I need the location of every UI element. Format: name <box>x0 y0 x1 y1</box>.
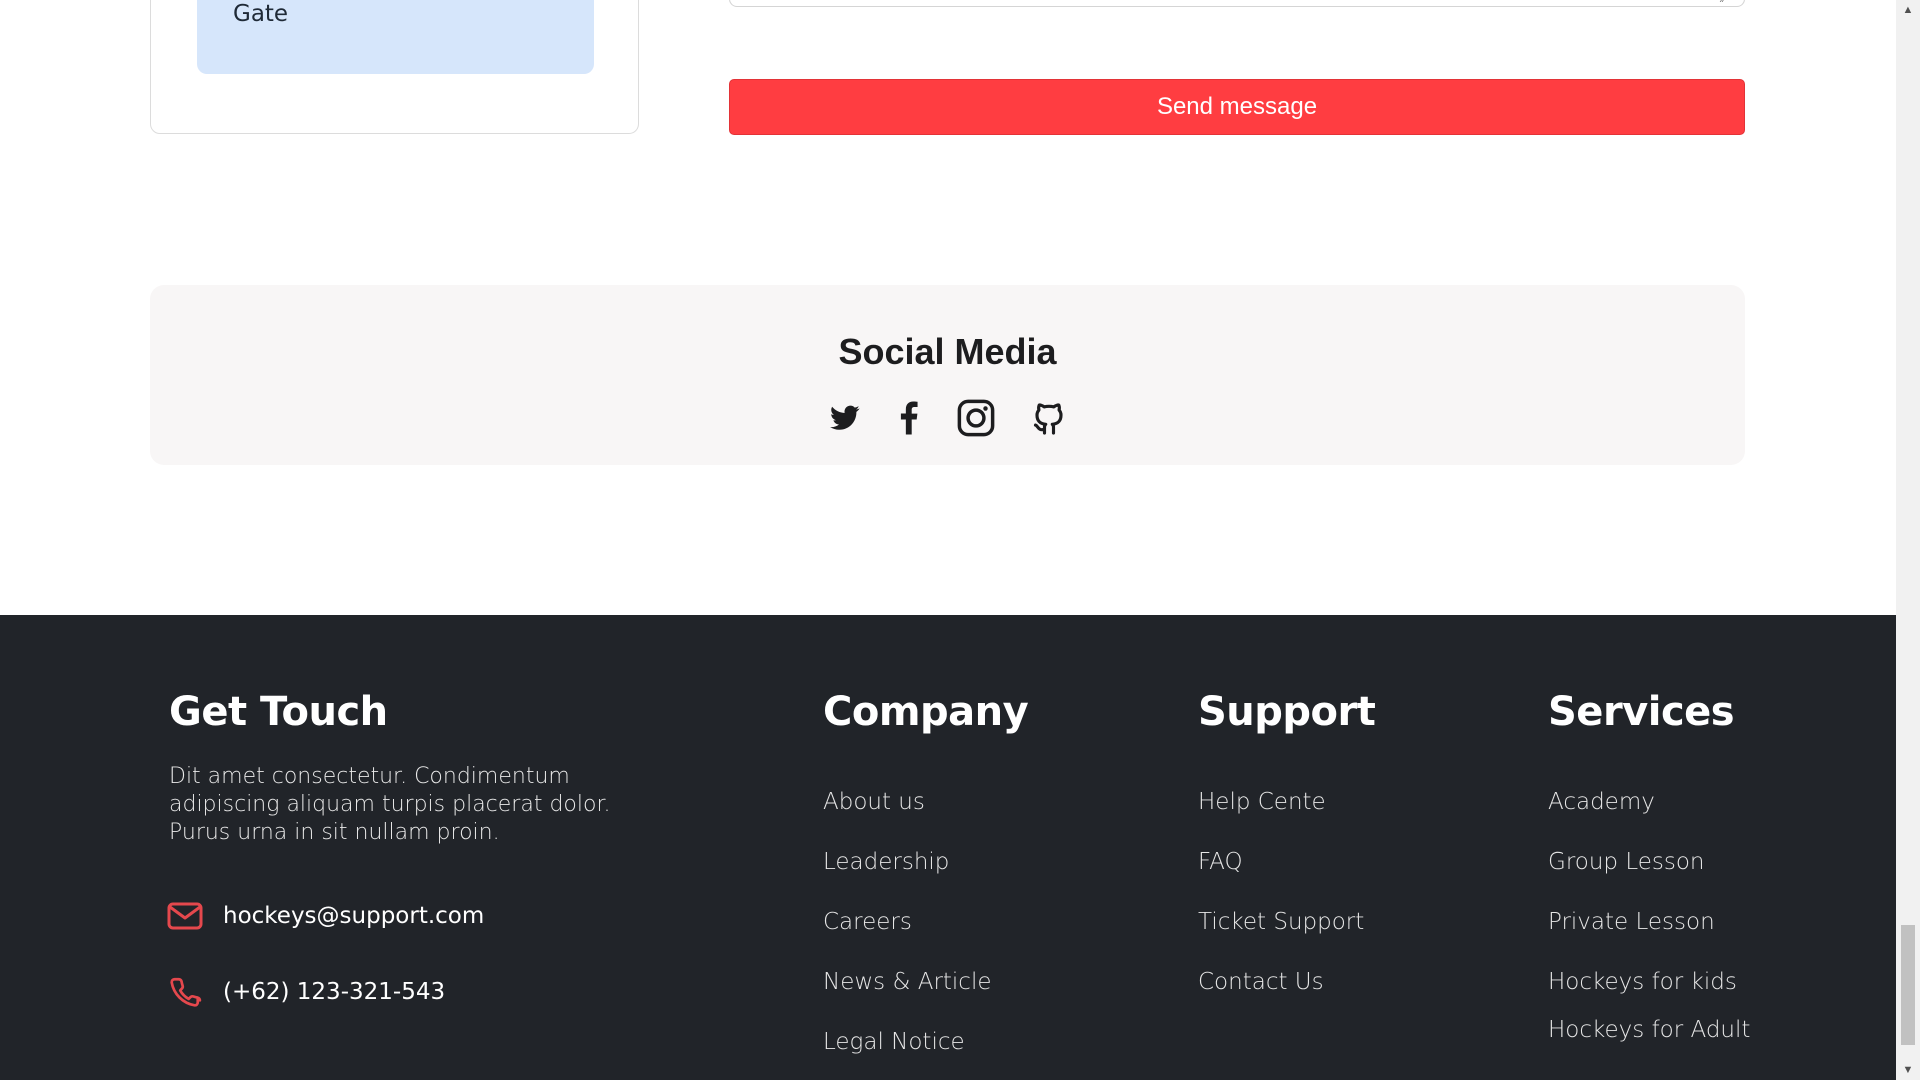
services-links: Academy Group Lesson Private Lesson Hock… <box>1548 787 1750 1075</box>
twitter-icon[interactable] <box>828 401 862 435</box>
support-links: Help Cente FAQ Ticket Support Contact Us <box>1198 787 1364 1027</box>
footer-link-faq[interactable]: FAQ <box>1198 847 1364 907</box>
vertical-scrollbar[interactable]: ▲ ▼ <box>1896 0 1920 1080</box>
footer-link-ticket-support[interactable]: Ticket Support <box>1198 907 1364 967</box>
company-heading: Company <box>823 689 1029 735</box>
footer-link-legal-notice[interactable]: Legal Notice <box>823 1027 992 1080</box>
footer-link-contact-us[interactable]: Contact Us <box>1198 967 1364 1027</box>
email-contact[interactable]: hockeys@support.com <box>167 898 484 934</box>
contact-page: Gate ⁄⁄ Send message Social Media <box>0 0 1896 1080</box>
footer-link-academy[interactable]: Academy <box>1548 787 1750 847</box>
social-media-section: Social Media <box>150 285 1745 465</box>
social-media-title: Social Media <box>838 331 1057 372</box>
instagram-icon[interactable] <box>956 398 996 438</box>
address-box: Gate <box>197 0 594 74</box>
phone-text[interactable]: (+62) 123-321-543 <box>223 979 445 1005</box>
address-label: Gate <box>233 1 289 27</box>
footer-link-help-center[interactable]: Help Cente <box>1198 787 1364 847</box>
footer-link-hockeys-for-kids[interactable]: Hockeys for kids <box>1548 967 1750 1015</box>
footer-link-hockeys-for-adult[interactable]: Hockeys for Adult <box>1548 1015 1750 1075</box>
social-icons-row <box>150 398 1745 438</box>
facebook-icon[interactable] <box>892 401 926 435</box>
get-touch-description: Dit amet consectetur. Condimentum adipis… <box>169 764 611 845</box>
footer-link-group-lesson[interactable]: Group Lesson <box>1548 847 1750 907</box>
footer-link-careers[interactable]: Careers <box>823 907 992 967</box>
mail-icon <box>167 898 203 934</box>
github-icon[interactable] <box>1030 399 1068 437</box>
phone-icon <box>167 974 203 1010</box>
phone-contact[interactable]: (+62) 123-321-543 <box>167 974 445 1010</box>
support-heading: Support <box>1198 689 1376 735</box>
get-touch-heading: Get Touch <box>169 689 388 735</box>
footer-link-news-article[interactable]: News & Article <box>823 967 992 1027</box>
services-heading: Services <box>1548 689 1735 735</box>
send-message-button[interactable]: Send message <box>729 79 1745 135</box>
footer-link-private-lesson[interactable]: Private Lesson <box>1548 907 1750 967</box>
email-text[interactable]: hockeys@support.com <box>223 903 484 929</box>
contact-info-card: Gate <box>150 0 639 134</box>
message-textarea[interactable]: ⁄⁄ <box>729 0 1745 7</box>
company-links: About us Leadership Careers News & Artic… <box>823 787 992 1080</box>
footer-link-leadership[interactable]: Leadership <box>823 847 992 907</box>
scrollbar-thumb[interactable] <box>1901 925 1915 1045</box>
site-footer: Get Touch Dit amet consectetur. Condimen… <box>0 615 1896 1080</box>
scroll-up-arrow-icon[interactable]: ▲ <box>1896 0 1920 20</box>
scroll-down-arrow-icon[interactable]: ▼ <box>1896 1060 1920 1080</box>
resize-handle-icon[interactable]: ⁄⁄ <box>1722 0 1736 5</box>
footer-link-about-us[interactable]: About us <box>823 787 992 847</box>
